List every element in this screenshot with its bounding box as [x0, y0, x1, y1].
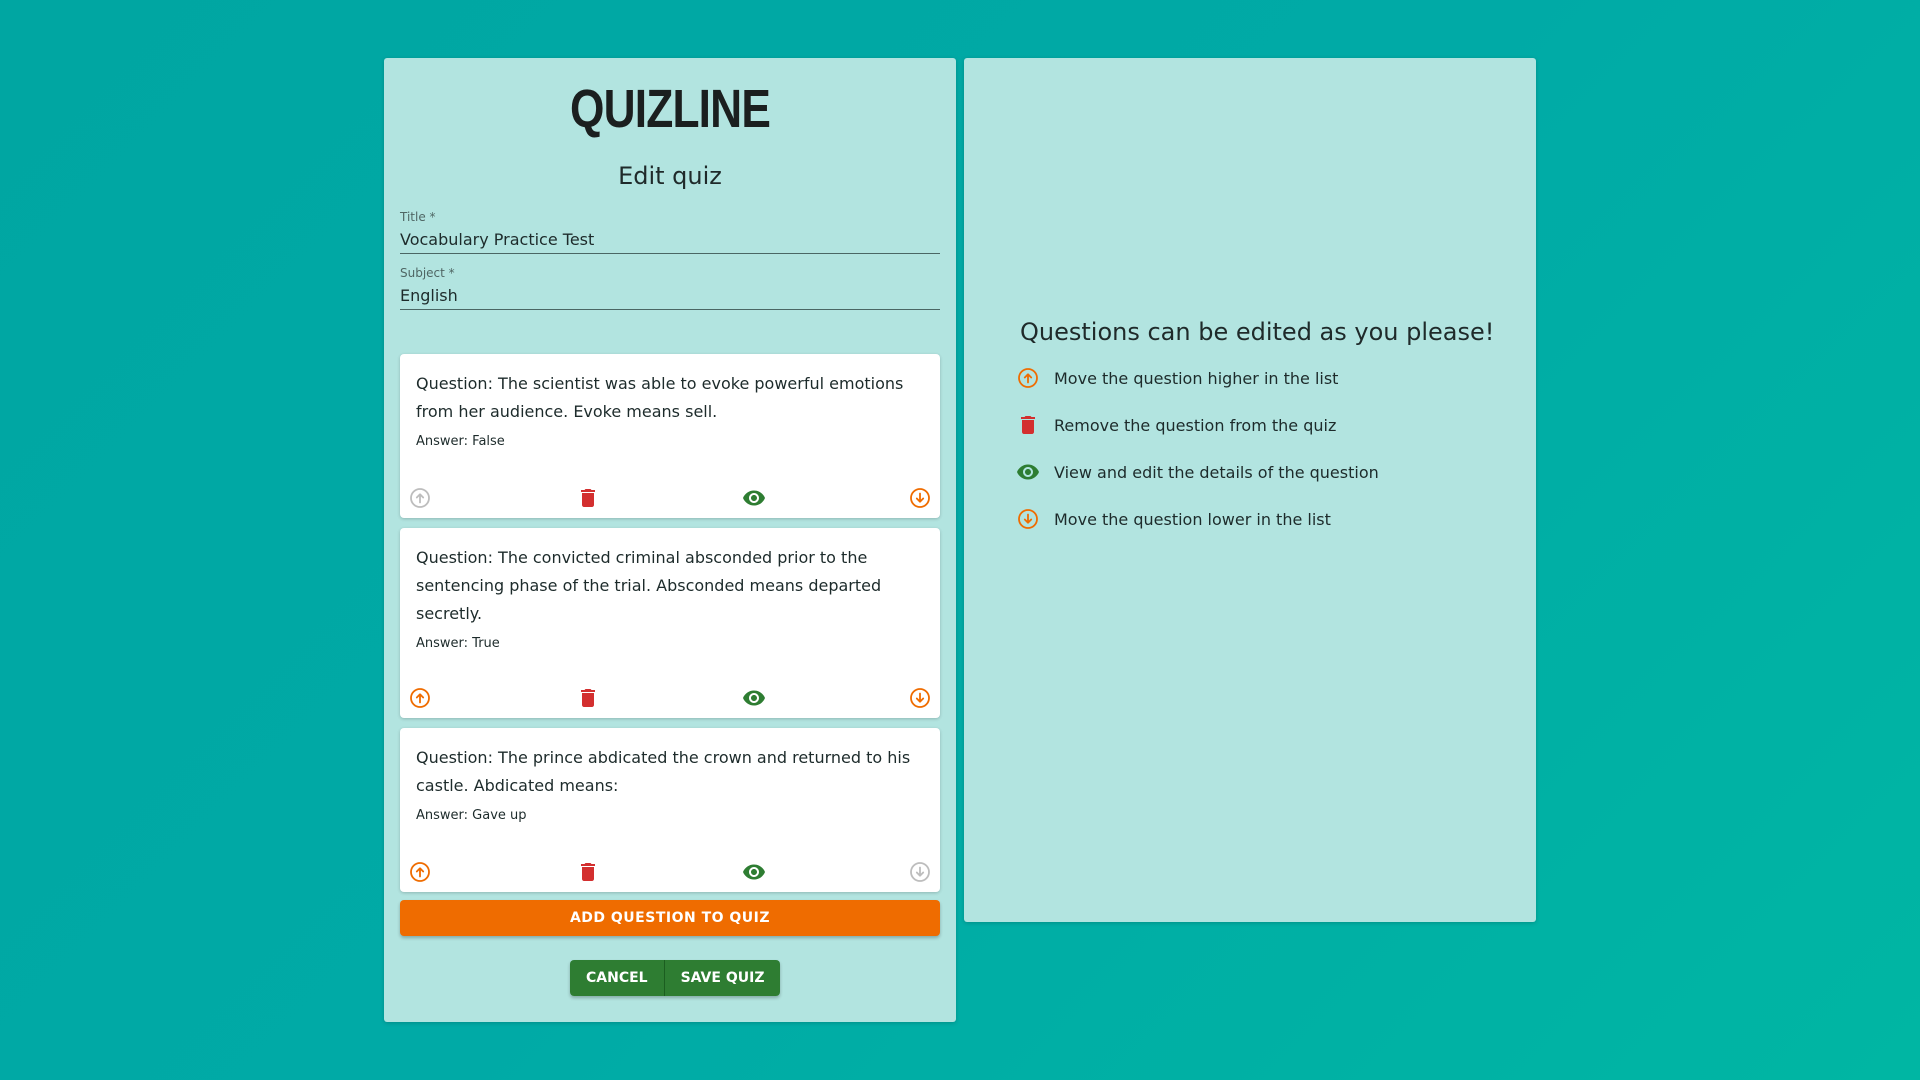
- question-answer: Answer: False: [416, 434, 505, 449]
- add-question-button[interactable]: ADD QUESTION TO QUIZ: [400, 900, 940, 936]
- question-text: Question: The convicted criminal abscond…: [416, 548, 882, 623]
- title-field-value[interactable]: Vocabulary Practice Test: [400, 230, 940, 253]
- arrow-circle-down-icon: [910, 688, 930, 708]
- subject-field-label: Subject *: [400, 266, 455, 280]
- question-answer: Answer: True: [416, 636, 500, 651]
- question-card: Question: The scientist was able to evok…: [400, 354, 940, 518]
- question-text: Question: The scientist was able to evok…: [416, 374, 904, 421]
- app-logo: QUIZLINE: [569, 79, 771, 139]
- move-up-button[interactable]: [408, 486, 432, 510]
- form-button-group: CANCEL SAVE QUIZ: [570, 960, 781, 996]
- legend-text: View and edit the details of the questio…: [1054, 462, 1379, 482]
- trash-icon: [581, 863, 595, 881]
- view-button[interactable]: [742, 860, 766, 884]
- question-actions: [400, 486, 940, 510]
- move-down-button[interactable]: [908, 486, 932, 510]
- legend-item-move-up: Move the question higher in the list: [1016, 366, 1338, 390]
- delete-button[interactable]: [576, 686, 600, 710]
- legend-text: Move the question higher in the list: [1054, 368, 1339, 388]
- legend-text: Move the question lower in the list: [1054, 509, 1331, 529]
- question-card: Question: The convicted criminal abscond…: [400, 528, 940, 718]
- trash-icon: [581, 489, 595, 507]
- arrow-circle-up-icon: [410, 862, 430, 882]
- question-actions: [400, 686, 940, 710]
- arrow-circle-down-icon: [910, 488, 930, 508]
- delete-button[interactable]: [576, 486, 600, 510]
- question-text: Question: The prince abdicated the crown…: [416, 748, 911, 795]
- eye-icon: [1017, 464, 1039, 480]
- arrow-circle-up-icon: [410, 488, 430, 508]
- move-down-button[interactable]: [908, 686, 932, 710]
- edit-quiz-panel: QUIZLINE Edit quiz Title * Vocabulary Pr…: [384, 58, 956, 1022]
- eye-icon: [743, 864, 765, 880]
- legend-item-view: View and edit the details of the questio…: [1016, 460, 1379, 484]
- arrow-circle-down-icon: [910, 862, 930, 882]
- eye-icon: [743, 690, 765, 706]
- page-title: Edit quiz: [618, 162, 722, 190]
- subject-field-value[interactable]: English: [400, 286, 940, 309]
- arrow-circle-down-icon: [1018, 509, 1038, 529]
- subject-field[interactable]: Subject * English: [400, 266, 940, 310]
- trash-icon: [1021, 416, 1035, 434]
- view-button[interactable]: [742, 686, 766, 710]
- arrow-circle-up-icon: [1018, 368, 1038, 388]
- arrow-circle-up-icon: [410, 688, 430, 708]
- delete-button[interactable]: [576, 860, 600, 884]
- question-answer: Answer: Gave up: [416, 808, 527, 823]
- question-card: Question: The prince abdicated the crown…: [400, 728, 940, 892]
- help-panel: Questions can be edited as you please! M…: [964, 58, 1536, 922]
- move-up-button[interactable]: [408, 686, 432, 710]
- title-field[interactable]: Title * Vocabulary Practice Test: [400, 210, 940, 254]
- save-quiz-button[interactable]: SAVE QUIZ: [664, 960, 781, 996]
- view-button[interactable]: [742, 486, 766, 510]
- move-down-button[interactable]: [908, 860, 932, 884]
- cancel-button[interactable]: CANCEL: [570, 960, 665, 996]
- title-field-label: Title *: [400, 210, 436, 224]
- help-title: Questions can be edited as you please!: [1020, 318, 1495, 346]
- eye-icon: [743, 490, 765, 506]
- legend-item-remove: Remove the question from the quiz: [1016, 413, 1336, 437]
- trash-icon: [581, 689, 595, 707]
- legend-item-move-down: Move the question lower in the list: [1016, 507, 1331, 531]
- question-actions: [400, 860, 940, 884]
- legend-text: Remove the question from the quiz: [1054, 415, 1337, 435]
- move-up-button[interactable]: [408, 860, 432, 884]
